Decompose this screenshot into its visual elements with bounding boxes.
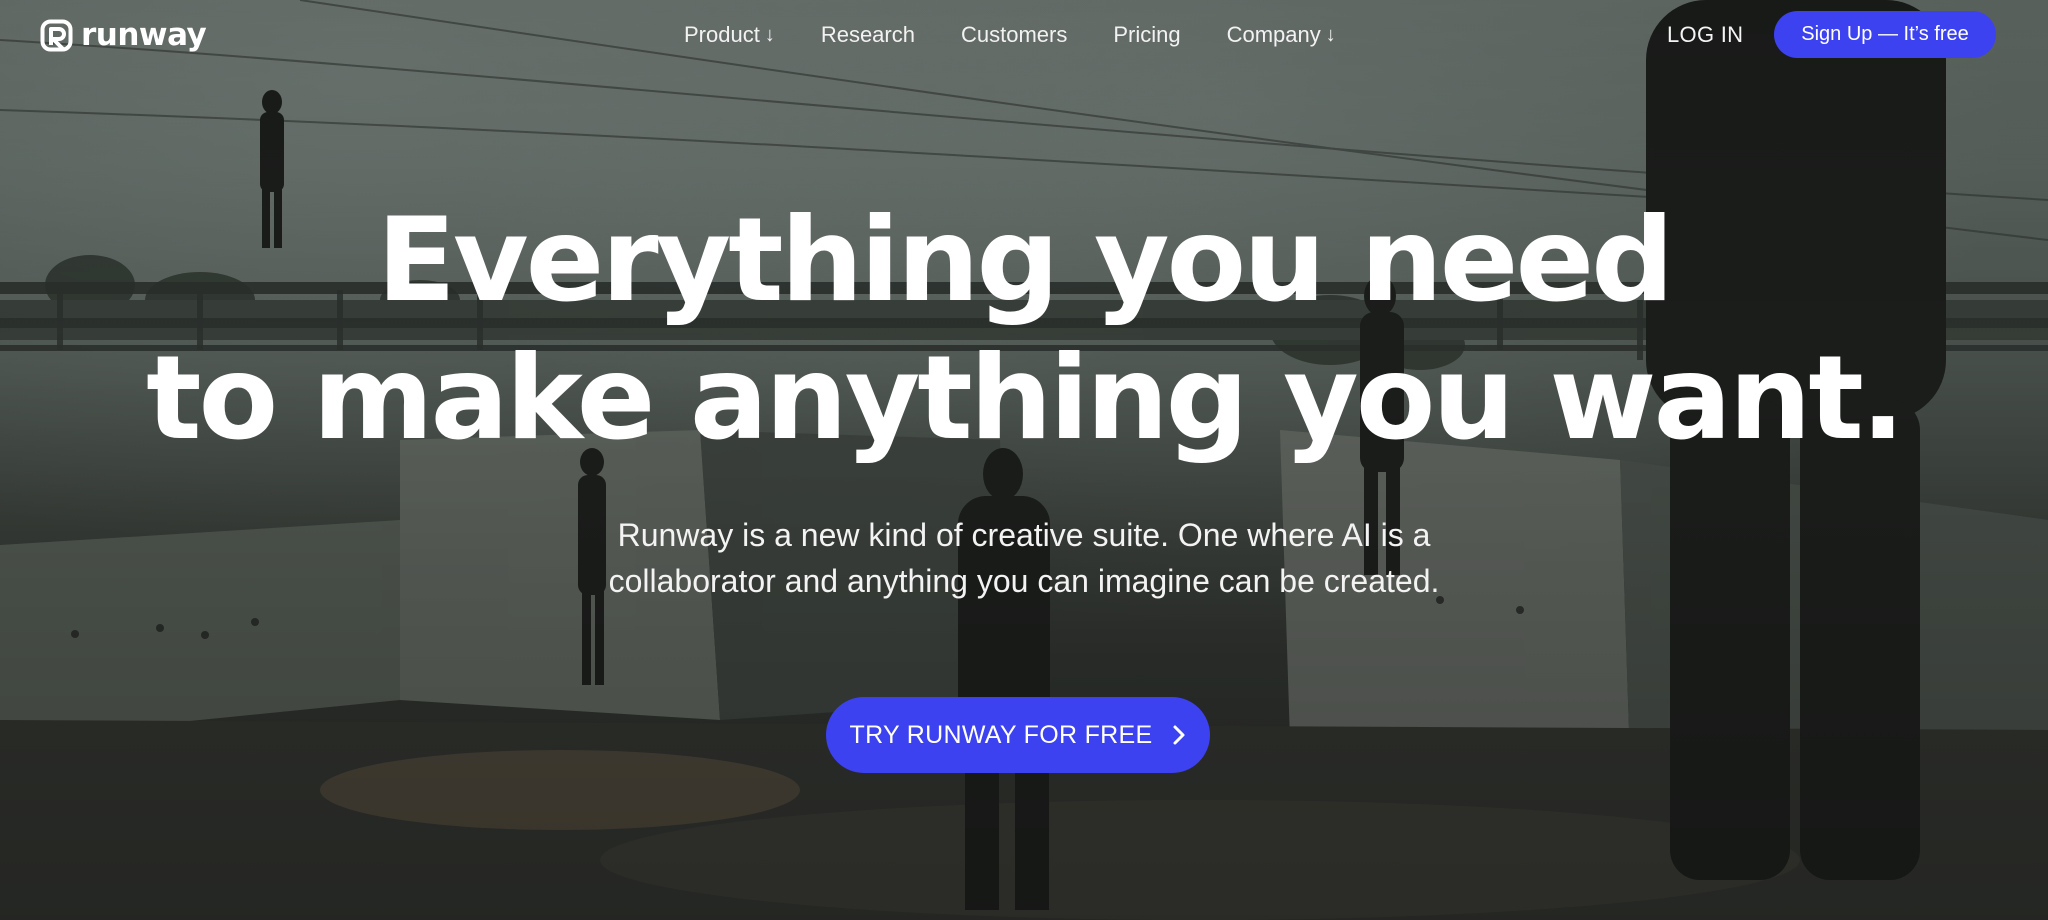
hero-subtitle-line: collaborator and anything you can imagin… [608, 563, 1440, 599]
cta-label: TRY RUNWAY FOR FREE [849, 720, 1153, 749]
nav-item-label: Product [684, 22, 760, 47]
site-header: runway Product ↓ Research Customers Pric… [0, 0, 2048, 70]
hero-subtitle: Runway is a new kind of creative suite. … [0, 512, 2048, 604]
chevron-right-icon [1173, 725, 1185, 745]
nav-item-research[interactable]: Research [821, 18, 915, 52]
nav-item-pricing[interactable]: Pricing [1113, 18, 1180, 52]
nav-item-customers[interactable]: Customers [961, 18, 1067, 52]
nav-item-product[interactable]: Product ↓ [684, 18, 775, 52]
arrow-down-icon: ↓ [1325, 24, 1336, 46]
nav-item-label: Pricing [1113, 22, 1181, 47]
signup-button[interactable]: Sign Up — It’s free [1774, 11, 1996, 58]
runway-logo[interactable]: runway [40, 16, 207, 53]
nav-item-label: Company [1226, 22, 1321, 47]
nav-item-label: Research [820, 22, 915, 47]
hero-title-line: to make anything you want. [146, 331, 1905, 466]
hero-subtitle-line: Runway is a new kind of creative suite. … [617, 517, 1431, 553]
nav-item-company[interactable]: Company ↓ [1227, 18, 1336, 52]
hero-title-line: Everything you need [376, 193, 1674, 328]
hero-title: Everything you need to make anything you… [0, 192, 2048, 468]
login-link[interactable]: LOG IN [1667, 18, 1743, 52]
main-nav: Product ↓ Research Customers Pricing Com… [684, 18, 1336, 52]
runway-logo-icon [40, 19, 73, 51]
try-runway-button[interactable]: TRY RUNWAY FOR FREE [826, 697, 1210, 773]
nav-item-label: Customers [960, 22, 1068, 47]
logo-wordmark: runway [81, 16, 207, 53]
arrow-down-icon: ↓ [764, 24, 775, 46]
